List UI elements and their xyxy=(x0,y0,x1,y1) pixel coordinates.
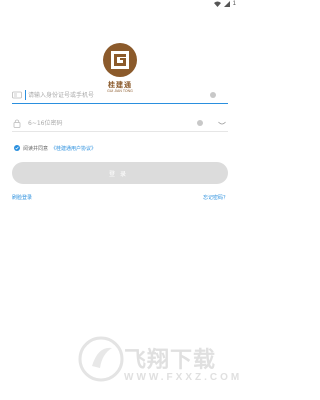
id-field[interactable] xyxy=(12,86,228,104)
clear-icon[interactable] xyxy=(197,120,203,126)
status-number: 1 xyxy=(232,1,236,7)
checkbox-checked-icon[interactable] xyxy=(14,145,20,151)
signal-icon xyxy=(223,1,230,7)
brand-logo xyxy=(103,43,137,77)
text-cursor xyxy=(25,90,26,100)
status-bar: 1 xyxy=(0,0,240,12)
user-agreement-link[interactable]: 《桂建通用户协议》 xyxy=(51,145,96,152)
id-input[interactable] xyxy=(28,89,198,101)
lock-icon xyxy=(13,119,21,128)
watermark-title: 飞翔下载 xyxy=(124,348,217,373)
face-login-link[interactable]: 刷脸登录 xyxy=(12,194,32,201)
login-button[interactable]: 登录 xyxy=(12,162,228,184)
forgot-password-link[interactable]: 忘记密码？ xyxy=(203,194,228,201)
status-icons: 1 xyxy=(213,1,236,7)
watermark-logo xyxy=(78,336,124,382)
id-card-icon xyxy=(12,91,22,99)
password-input[interactable] xyxy=(28,117,198,129)
watermark-url: WWW.FXXZ.COM xyxy=(124,372,243,383)
wifi-icon xyxy=(213,1,221,7)
eye-closed-icon[interactable] xyxy=(218,119,226,127)
agreement-row[interactable]: 阅读并同意 《桂建通用户协议》 xyxy=(14,143,96,153)
password-field[interactable] xyxy=(12,114,228,132)
clear-icon[interactable] xyxy=(210,92,216,98)
agreement-text: 阅读并同意 xyxy=(23,145,49,152)
